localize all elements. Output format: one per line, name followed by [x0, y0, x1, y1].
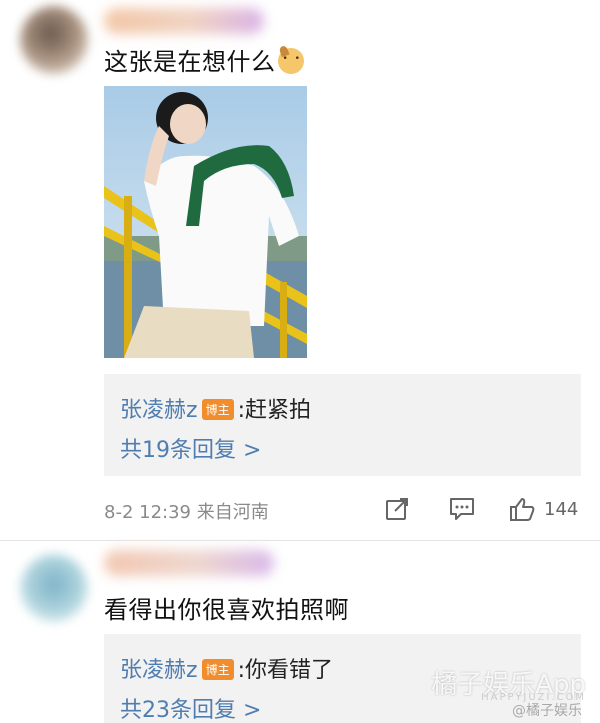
- reply-author-link[interactable]: 张凌赫z: [120, 398, 198, 423]
- view-replies-link[interactable]: 共23条回复 >: [120, 692, 261, 723]
- watermark-credit: @橘子娱乐: [512, 703, 582, 719]
- reply-preview[interactable]: 张凌赫z 博主:赶紧拍 共19条回复 >: [104, 374, 581, 476]
- reply-author-link[interactable]: 张凌赫z: [120, 658, 198, 683]
- reply-line: 张凌赫z 博主:你看错了: [120, 652, 333, 684]
- repost-icon: [386, 498, 408, 520]
- view-replies-link[interactable]: 共19条回复 >: [120, 432, 261, 464]
- comment-button[interactable]: [448, 496, 476, 522]
- blogger-badge: 博主: [201, 659, 234, 680]
- comment-body: 这张是在想什么: [104, 48, 276, 76]
- repost-button[interactable]: [384, 496, 410, 522]
- username-blurred[interactable]: [104, 8, 264, 34]
- watermark: 橘子娱乐App HAPPYJUZI.COM: [431, 664, 586, 703]
- comment-text: 看得出你很喜欢拍照啊: [104, 590, 349, 625]
- username-blurred[interactable]: [104, 550, 274, 576]
- thumbs-up-icon: [510, 498, 535, 521]
- comment-item: 这张是在想什么• • 张凌赫z 博主:赶紧拍 共19条回复 > 8-2 12:…: [0, 0, 600, 540]
- like-button[interactable]: 144: [508, 496, 578, 522]
- comment-icon: [450, 498, 474, 520]
- comment-text: 这张是在想什么: [104, 42, 304, 77]
- reply-line: 张凌赫z 博主:赶紧拍: [120, 392, 311, 424]
- avatar[interactable]: [20, 554, 88, 622]
- photo-image: [104, 86, 307, 358]
- reply-content: :赶紧拍: [237, 398, 311, 423]
- shiba-dog-emoji-icon: [277, 48, 304, 74]
- comment-body: 看得出你很喜欢拍照啊: [104, 596, 349, 624]
- avatar[interactable]: [20, 6, 88, 74]
- comment-meta: 8-2 12:39 来自河南 144: [104, 496, 584, 526]
- timestamp: 8-2 12:39 来自河南: [104, 502, 269, 523]
- comment-photo[interactable]: [104, 86, 307, 358]
- like-count: 144: [544, 498, 579, 520]
- reply-content: :你看错了: [237, 658, 333, 683]
- blogger-badge: 博主: [201, 399, 234, 420]
